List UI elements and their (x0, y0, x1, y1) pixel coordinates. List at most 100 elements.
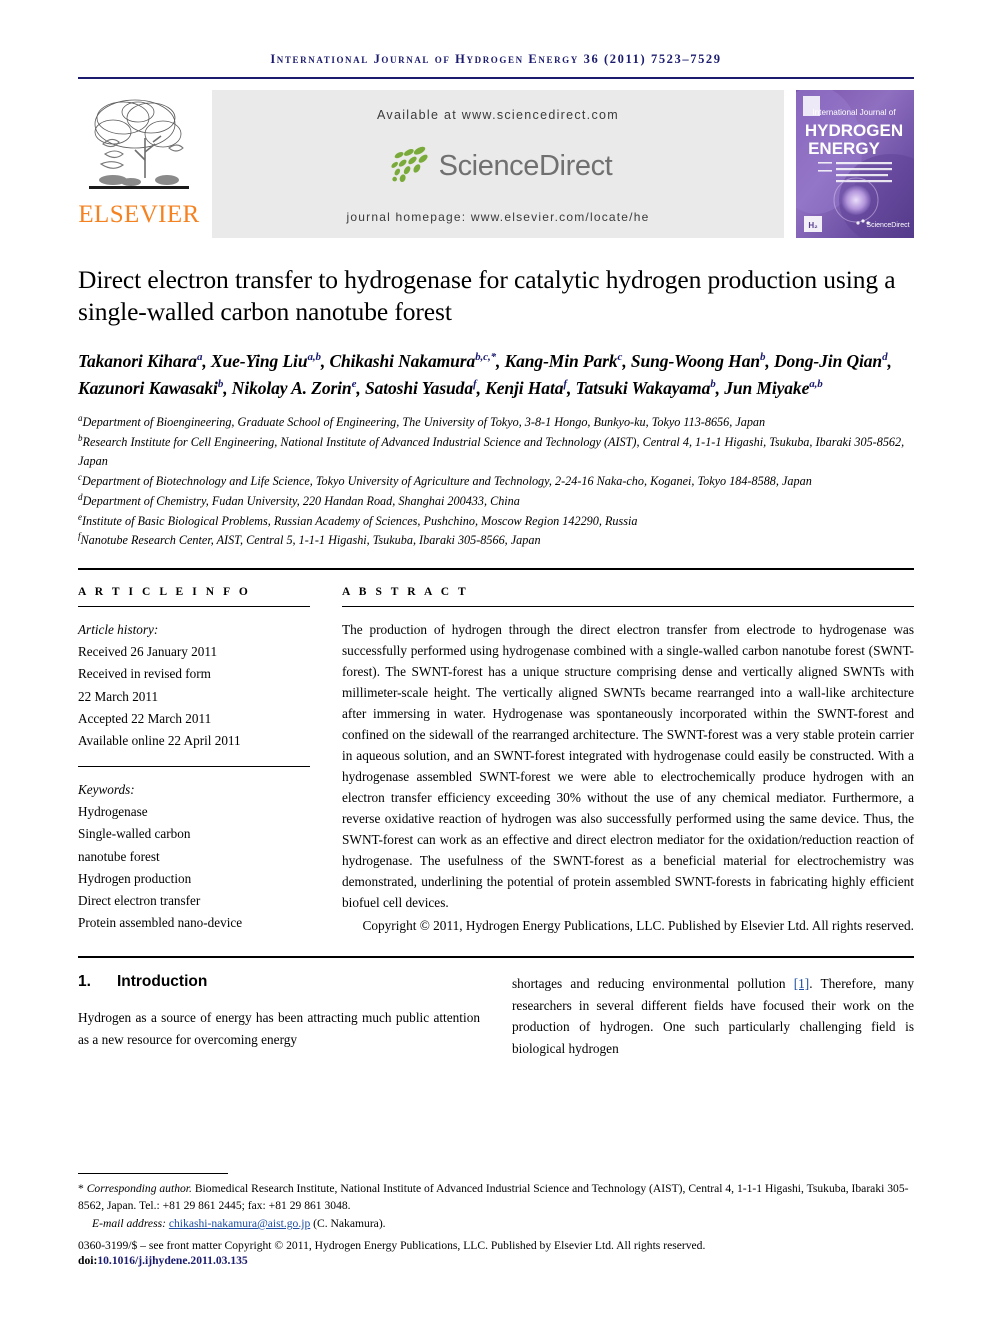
keyword-item: Hydrogenase (78, 804, 148, 820)
affiliation-marker: e (78, 511, 82, 522)
body-divider-rule (78, 956, 914, 959)
section-title: Introduction (116, 973, 208, 991)
author-list: Takanori Kiharaa, Xue-Ying Liua,b, Chika… (78, 351, 892, 398)
article-history-item: Received in revised form (78, 666, 211, 682)
doi-prefix: doi: (78, 1254, 98, 1267)
svg-text:H₂: H₂ (808, 221, 818, 230)
section-divider-rule (78, 568, 914, 571)
affiliation-item: aDepartment of Bioengineering, Graduate … (78, 412, 766, 429)
article-info-rule (78, 606, 310, 608)
sciencedirect-leaves-logo-icon (384, 144, 432, 189)
svg-text:ENERGY: ENERGY (808, 139, 880, 158)
author-name: Kang-Min Park (504, 351, 618, 372)
author-name: Sung-Woong Han (630, 351, 760, 372)
paper-page: International Journal of Hydrogen Energy… (0, 0, 992, 1323)
author-affiliation-marker: f (472, 377, 477, 390)
body-column-left: 1. Introduction Hydrogen as a source of … (78, 973, 480, 1059)
keywords-items: Hydrogenase Single-walled carbon nanotube … (78, 801, 310, 934)
author-name: Satoshi Yasuda (364, 377, 473, 398)
doi-link[interactable]: 10.1016/j.ijhydene.2011.03.135 (97, 1254, 247, 1267)
abstract-label: A B S T R A C T (342, 586, 469, 599)
running-head: International Journal of Hydrogen Energy… (270, 52, 722, 66)
keywords-rule (78, 766, 310, 768)
intro-paragraph-right: shortages and reducing environmental pol… (512, 973, 914, 1059)
abstract-column: A B S T R A C T The production of hydrog… (342, 586, 914, 936)
masthead: ELSEVIER Available at www.sciencedirect.… (78, 90, 914, 238)
author-affiliation-marker: b (710, 377, 716, 390)
keyword-item: Direct electron transfer (78, 893, 201, 908)
article-info-column: A R T I C L E I N F O Article history: R… (78, 586, 310, 936)
affiliation-item: cDepartment of Biotechnology and Life Sc… (78, 471, 812, 489)
author-affiliation-marker: c (617, 351, 623, 364)
intro-paragraph-left: Hydrogen as a source of energy has been … (78, 1010, 480, 1047)
author-affiliation-marker: d (882, 351, 888, 364)
running-head-rule (78, 77, 914, 79)
author-name: Kazunori Kawasaki (78, 377, 218, 398)
article-history-item: Received 26 January 2011 (78, 644, 218, 660)
author-name: Kenji Hata (485, 377, 564, 398)
page-title: Direct electron transfer to hydrogenase … (78, 265, 896, 327)
author-affiliation-marker: a,b (809, 377, 823, 390)
sciencedirect-logo: ScienceDirect (384, 144, 613, 189)
elsevier-logo: ELSEVIER (78, 90, 200, 238)
email-link[interactable]: chikashi-nakamura@aist.go.jp (169, 1217, 310, 1230)
affiliation-item: fNanotube Research Center, AIST, Central… (78, 531, 541, 548)
elsevier-tree-logo-icon (83, 92, 195, 200)
author-name: Xue-Ying Liu (210, 351, 308, 372)
corresponding-author-address: Biomedical Research Institute, National … (78, 1181, 909, 1213)
journal-cover-image: International Journal of HYDROGEN ENERGY… (796, 90, 914, 238)
abstract-rule (342, 606, 914, 608)
keyword-item: Single-walled carbon (78, 826, 191, 842)
corresponding-marker: * (78, 1181, 84, 1195)
author-affiliation-marker: a (196, 351, 203, 364)
abstract-text: The production of hydrogen through the d… (342, 622, 914, 911)
article-history-item: Accepted 22 March 2011 (78, 710, 212, 726)
affiliation-item: bResearch Institute for Cell Engineering… (78, 432, 905, 469)
author-affiliation-marker: b,c,* (475, 351, 496, 364)
keyword-item: Hydrogen production (78, 870, 192, 886)
abstract-copyright: Copyright © 2011, Hydrogen Energy Public… (362, 918, 914, 934)
author-affiliation-marker: a,b (307, 351, 321, 364)
author-name: Chikashi Nakamura (329, 351, 476, 372)
affiliation-marker: d (78, 491, 83, 502)
keyword-item: nanotube forest (78, 848, 160, 864)
article-history-item: 22 March 2011 (78, 688, 159, 704)
article-history-items: Received 26 January 2011 Received in revi… (78, 641, 310, 752)
article-history-heading: Article history: (78, 622, 159, 638)
sciencedirect-banner: Available at www.sciencedirect.com Scien… (212, 90, 784, 238)
body-column-right: shortages and reducing environmental pol… (512, 973, 914, 1059)
doi-line: doi:10.1016/j.ijhydene.2011.03.135 (78, 1254, 914, 1267)
issn-copyright-line: 0360-3199/$ – see front matter Copyright… (78, 1238, 706, 1252)
info-abstract-block: A R T I C L E I N F O Article history: R… (78, 586, 914, 936)
svg-text:International Journal of: International Journal of (812, 108, 896, 117)
intro-right-pre: shortages and reducing environmental pol… (512, 976, 794, 992)
email-label: E-mail address: (92, 1217, 169, 1230)
affiliation-marker: c (78, 471, 82, 482)
affiliation-marker: b (78, 432, 83, 443)
email-note: E-mail address: chikashi-nakamura@aist.g… (78, 1215, 914, 1233)
author-name: Nikolay A. Zorin (231, 377, 352, 398)
svg-text:ScienceDirect: ScienceDirect (866, 222, 909, 229)
affiliation-marker: a (78, 412, 83, 423)
section-heading: 1. Introduction (78, 973, 480, 991)
reference-link-1[interactable]: [1] (794, 976, 810, 991)
affiliation-item: dDepartment of Chemistry, Fudan Universi… (78, 491, 520, 508)
article-history-item: Available online 22 April 2011 (78, 732, 241, 748)
affiliation-list: aDepartment of Bioengineering, Graduate … (78, 413, 914, 551)
affiliation-marker: f (78, 531, 81, 542)
svg-text:HYDROGEN: HYDROGEN (805, 121, 903, 140)
keywords-block: Keywords: Hydrogenase Single-walled carbo… (78, 766, 310, 934)
elsevier-wordmark: ELSEVIER (78, 201, 200, 228)
section-number: 1. (78, 973, 91, 991)
corresponding-author-label: Corresponding author. (86, 1181, 192, 1195)
journal-homepage-text: journal homepage: www.elsevier.com/locat… (346, 210, 650, 224)
author-name: Takanori Kihara (78, 351, 197, 372)
article-history: Article history: Received 26 January 201… (78, 619, 310, 752)
footnote-block: * Corresponding author. Biomedical Resea… (78, 1172, 914, 1267)
body-columns: 1. Introduction Hydrogen as a source of … (78, 973, 914, 1059)
affiliation-item: eInstitute of Basic Biological Problems,… (78, 511, 638, 528)
author-name: Jun Miyake (724, 377, 810, 398)
footnote-rule (78, 1172, 228, 1174)
author-affiliation-marker: f (563, 377, 567, 390)
author-name: Dong-Jin Qian (773, 351, 883, 372)
